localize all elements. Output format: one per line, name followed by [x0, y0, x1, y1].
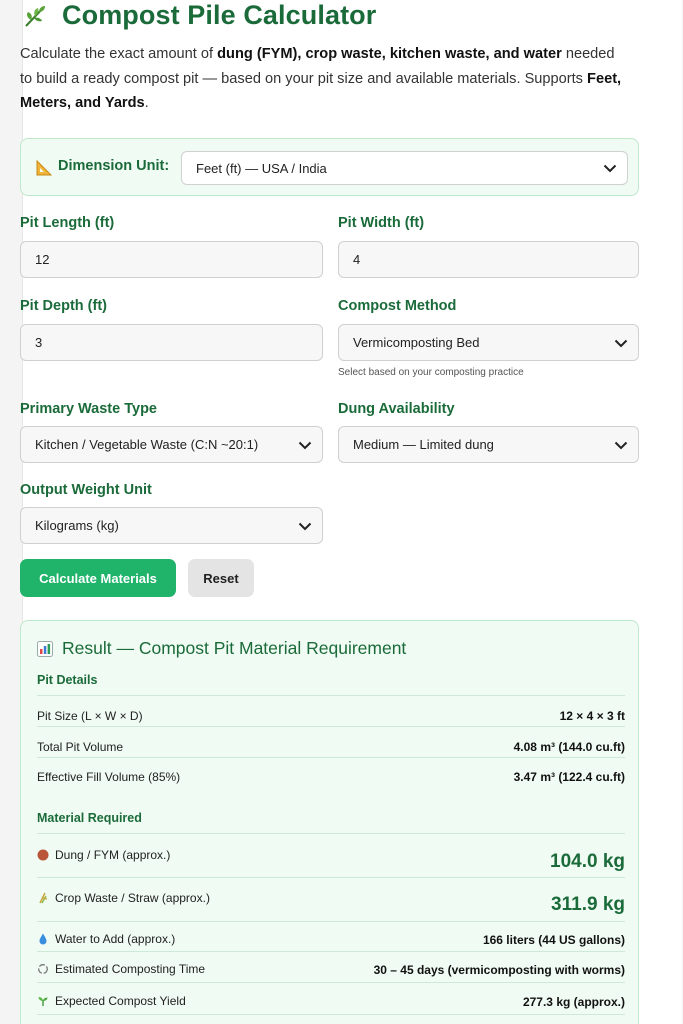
row-label: Dung / FYM (approx.) [37, 848, 170, 862]
dimension-unit-value: Feet (ft) — USA / India [196, 160, 327, 176]
dimension-unit-box: Dimension Unit: Feet (ft) — USA / India [20, 138, 639, 196]
row-label: Expected Compost Yield [37, 994, 186, 1008]
row-label-text: Estimated Composting Time [55, 962, 206, 976]
row-label: Crop Waste / Straw (approx.) [37, 891, 210, 905]
output-weight-label: Output Weight Unit [20, 482, 152, 498]
compost-method-select[interactable]: Vermicomposting Bed [338, 324, 639, 361]
row-value: 3.47 m³ (122.4 cu.ft) [513, 770, 625, 784]
recycle-icon [38, 964, 48, 974]
row-label: Pit Size (L × W × D) [37, 709, 143, 723]
pit-width-value: 4 [353, 252, 361, 267]
intro-text: Calculate the exact amount of dung (FYM)… [20, 42, 630, 116]
primary-waste-label: Primary Waste Type [20, 401, 157, 417]
row-value: 12 × 4 × 3 ft [559, 709, 625, 723]
triangular-ruler-icon [36, 159, 53, 176]
brown-circle-icon [37, 849, 49, 861]
table-row: Expected Compost Yield 277.3 kg (approx.… [37, 982, 625, 1014]
chevron-down-icon [298, 441, 312, 449]
pit-details-heading: Pit Details [37, 673, 98, 687]
table-row: Effective Fill Volume (85%) 3.47 m³ (122… [37, 757, 625, 795]
primary-waste-select[interactable]: Kitchen / Vegetable Waste (C:N ~20:1) [20, 426, 323, 463]
dung-availability-value: Medium — Limited dung [353, 437, 494, 452]
herb-icon [25, 6, 45, 27]
row-value: 277.3 kg (approx.) [522, 995, 625, 1009]
title-row: Compost Pile Calculator [22, 0, 376, 30]
output-weight-value: Kilograms (kg) [35, 518, 119, 533]
chevron-down-icon [614, 339, 628, 347]
dung-availability-label: Dung Availability [338, 401, 455, 417]
pit-length-value: 12 [35, 252, 50, 267]
straw-icon [39, 892, 48, 904]
dung-availability-select[interactable]: Medium — Limited dung [338, 426, 639, 463]
compost-method-label: Compost Method [338, 298, 457, 314]
row-label: Water to Add (approx.) [37, 932, 175, 946]
dimension-unit-label: Dimension Unit: [58, 158, 170, 174]
chevron-down-icon [614, 441, 628, 449]
table-row: Dung / FYM (approx.) 104.0 kg [37, 833, 625, 877]
row-value: 104.0 kg [550, 851, 625, 872]
row-label-text: Water to Add (approx.) [55, 932, 176, 946]
compost-method-value: Vermicomposting Bed [353, 335, 480, 350]
row-label-text: Expected Compost Yield [55, 994, 186, 1008]
chevron-down-icon [298, 522, 312, 530]
calculate-button[interactable]: Calculate Materials [20, 559, 176, 597]
row-label-text: Crop Waste / Straw (approx.) [55, 891, 210, 905]
row-value: 30 – 45 days (vermicomposting with worms… [373, 963, 625, 977]
row-label: Total Pit Volume [37, 740, 124, 754]
pit-depth-label: Pit Depth (ft) [20, 298, 107, 314]
output-weight-select[interactable]: Kilograms (kg) [20, 507, 323, 544]
intro-part-3: . [144, 95, 149, 111]
dimension-unit-select[interactable]: Feet (ft) — USA / India [181, 151, 628, 185]
compost-method-hint: Select based on your composting practice [338, 367, 524, 378]
intro-bold-materials: dung (FYM), crop waste, kitchen waste, a… [217, 46, 562, 62]
pit-depth-value: 3 [35, 335, 43, 350]
result-title: Result — Compost Pit Material Requiremen… [62, 638, 407, 658]
result-title-row: Result — Compost Pit Material Requiremen… [37, 638, 406, 659]
row-value: 166 liters (44 US gallons) [482, 933, 625, 947]
row-value: 4.08 m³ (144.0 cu.ft) [513, 740, 625, 754]
row-label: Estimated Composting Time [37, 962, 205, 976]
chevron-down-icon [603, 164, 617, 173]
pit-length-label: Pit Length (ft) [20, 215, 115, 231]
pit-width-label: Pit Width (ft) [338, 215, 425, 231]
table-row: Estimated Composting Time 30 – 45 days (… [37, 951, 625, 982]
reset-button[interactable]: Reset [188, 559, 254, 597]
row-value: 311.9 kg [551, 894, 625, 915]
result-panel: Result — Compost Pit Material Requiremen… [20, 620, 639, 1024]
table-row: Crop Waste / Straw (approx.) 311.9 kg [37, 877, 625, 921]
intro-part-1: Calculate the exact amount of [20, 46, 218, 62]
material-required-heading: Material Required [37, 811, 142, 825]
water-drop-icon [39, 933, 47, 945]
row-divider [37, 1014, 625, 1015]
bar-chart-icon [37, 640, 53, 657]
page-title: Compost Pile Calculator [62, 0, 377, 30]
primary-waste-value: Kitchen / Vegetable Waste (C:N ~20:1) [35, 437, 259, 452]
table-row: Water to Add (approx.) 166 liters (44 US… [37, 921, 625, 951]
pit-width-input[interactable]: 4 [338, 241, 639, 278]
table-row: Pit Size (L × W × D) 12 × 4 × 3 ft [37, 695, 625, 726]
pit-length-input[interactable]: 12 [20, 241, 323, 278]
sprout-icon [38, 997, 48, 1006]
table-row: Total Pit Volume 4.08 m³ (144.0 cu.ft) [37, 726, 625, 757]
row-label-text: Dung / FYM (approx.) [55, 848, 171, 862]
row-label: Effective Fill Volume (85%) [37, 770, 181, 784]
pit-depth-input[interactable]: 3 [20, 324, 323, 361]
